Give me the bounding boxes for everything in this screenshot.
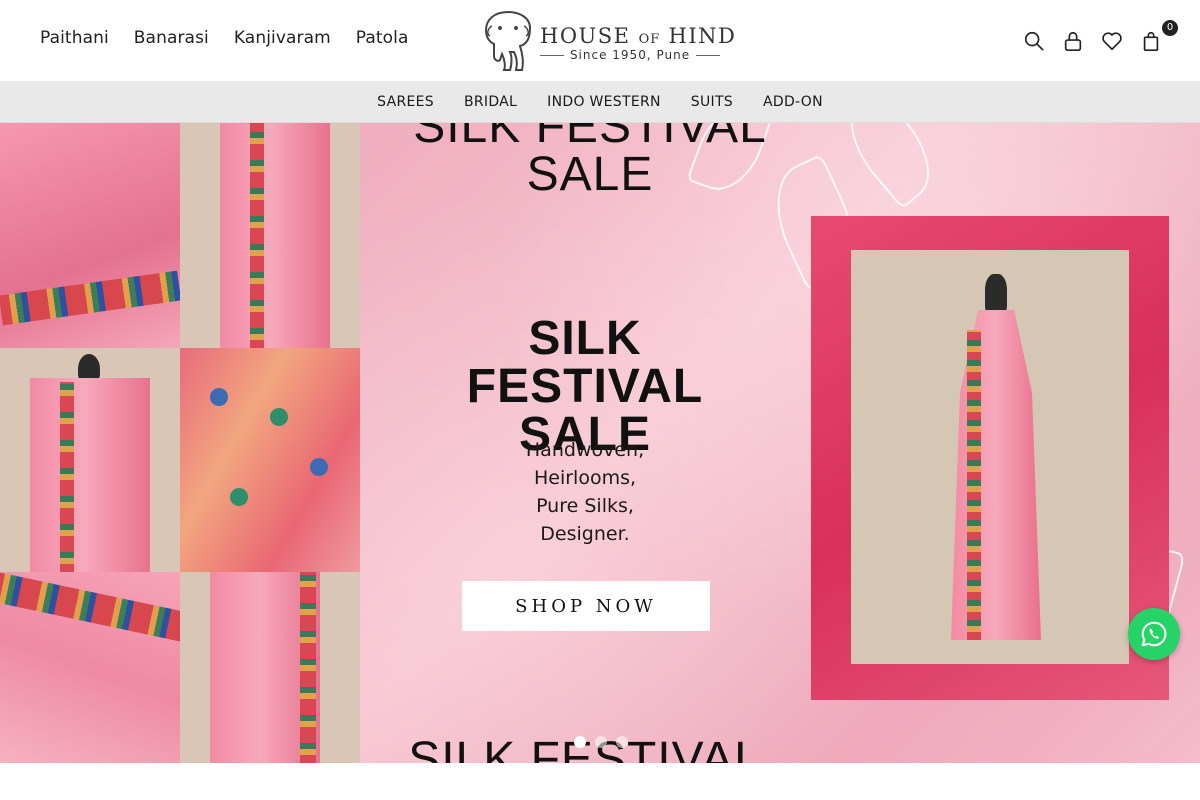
saree-collage: [0, 123, 360, 763]
carousel-dot-1[interactable]: [574, 736, 586, 748]
collage-tile: [180, 572, 360, 763]
brand-name: HOUSE OF HIND: [540, 24, 737, 48]
whatsapp-icon: [1141, 621, 1167, 647]
category-sarees[interactable]: SAREES: [377, 94, 434, 110]
hero-headline-top: SILK FESTIVAL SALE: [413, 123, 767, 201]
collage-tile: [180, 348, 360, 572]
search-icon[interactable]: [1023, 30, 1045, 52]
divider: [540, 54, 564, 56]
carousel-dot-3[interactable]: [616, 736, 628, 748]
cart-count-badge: 0: [1162, 20, 1178, 36]
hero-product-photo: [811, 216, 1169, 700]
shop-now-button[interactable]: SHOP NOW: [462, 581, 710, 631]
hero-tagline: Handwoven, Heirlooms, Pure Silks, Design…: [525, 439, 645, 545]
nav-link-kanjivaram[interactable]: Kanjivaram: [234, 28, 331, 48]
category-nav: SAREES BRIDAL INDO WESTERN SUITS ADD-ON: [0, 81, 1200, 123]
carousel-dots: [574, 736, 628, 748]
nav-link-banarasi[interactable]: Banarasi: [134, 28, 209, 48]
nav-link-paithani[interactable]: Paithani: [40, 28, 109, 48]
account-icon[interactable]: [1062, 30, 1084, 52]
category-bridal[interactable]: BRIDAL: [464, 94, 517, 110]
primary-nav: Paithani Banarasi Kanjivaram Patola: [40, 28, 409, 48]
whatsapp-chat-button[interactable]: [1128, 608, 1180, 660]
collage-tile: [0, 348, 180, 572]
collage-tile: [0, 572, 180, 763]
cart-icon[interactable]: 0: [1140, 20, 1178, 52]
divider: [696, 54, 721, 56]
brand-tagline: Since 1950, Pune: [569, 48, 691, 62]
site-header: Paithani Banarasi Kanjivaram Patola HOUS…: [0, 0, 1200, 81]
collage-tile: [180, 123, 360, 348]
brand-logo[interactable]: HOUSE OF HIND Since 1950, Pune: [480, 8, 735, 74]
category-add-on[interactable]: ADD-ON: [763, 94, 823, 110]
wishlist-icon[interactable]: [1101, 30, 1123, 52]
carousel-dot-2[interactable]: [595, 736, 607, 748]
collage-tile: [0, 123, 180, 348]
header-actions: 0: [1023, 20, 1178, 52]
elephant-logo-icon: [484, 10, 532, 71]
category-suits[interactable]: SUITS: [691, 94, 733, 110]
nav-link-patola[interactable]: Patola: [356, 28, 409, 48]
mannequin: [985, 274, 1007, 314]
hero-banner[interactable]: SILK FESTIVAL SALE SILK FESTIVAL SALE Ha…: [0, 123, 1200, 763]
brand-tagline-row: Since 1950, Pune: [540, 48, 721, 62]
category-indo-western[interactable]: INDO WESTERN: [547, 94, 661, 110]
